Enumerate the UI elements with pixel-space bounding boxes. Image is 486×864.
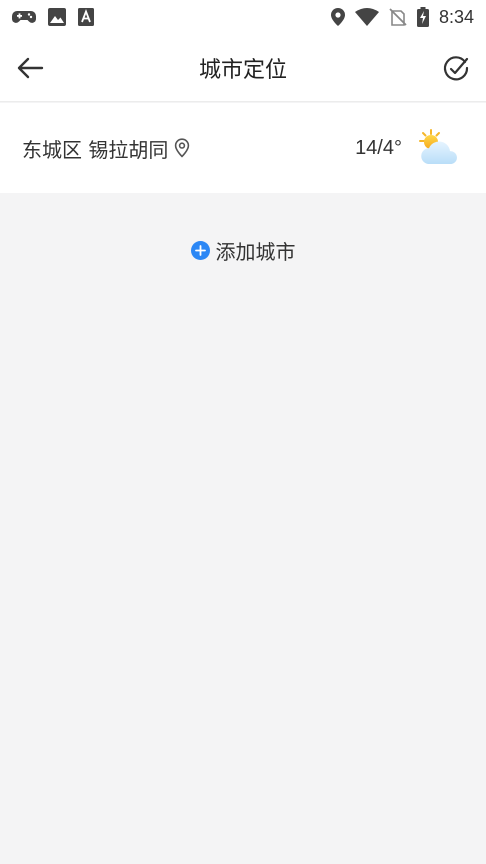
- partly-cloudy-icon: [416, 128, 464, 168]
- back-button[interactable]: [14, 54, 46, 82]
- page-title: 城市定位: [198, 58, 287, 83]
- battery-charging-icon: [416, 7, 429, 27]
- temperature: 14/4°: [355, 136, 402, 159]
- edit-button[interactable]: [440, 52, 472, 84]
- location-pin-icon: [174, 138, 190, 158]
- status-time: 8:34: [438, 6, 474, 27]
- add-city-button[interactable]: 添加城市: [190, 236, 296, 265]
- status-right-icons: 8:34: [321, 7, 474, 28]
- top-bar: 城市定位: [0, 34, 486, 102]
- add-city-label: 添加城市: [215, 239, 296, 264]
- check-circle-icon: [443, 56, 469, 81]
- gamepad-icon: [12, 8, 36, 26]
- font-a-icon: [78, 8, 94, 26]
- plus-circle-icon: [190, 240, 210, 260]
- image-icon: [48, 8, 66, 26]
- location-icon: [330, 8, 345, 26]
- no-sim-icon: [389, 8, 407, 26]
- city-item[interactable]: 东城区 锡拉胡同 14/4°: [0, 103, 486, 193]
- wifi-icon: [354, 8, 379, 26]
- status-bar: 8:34: [0, 0, 486, 34]
- city-name: 东城区 锡拉胡同: [22, 137, 169, 162]
- add-city-row: 添加城市: [0, 232, 486, 268]
- status-left-icons: [12, 8, 106, 26]
- arrow-left-icon: [17, 57, 44, 79]
